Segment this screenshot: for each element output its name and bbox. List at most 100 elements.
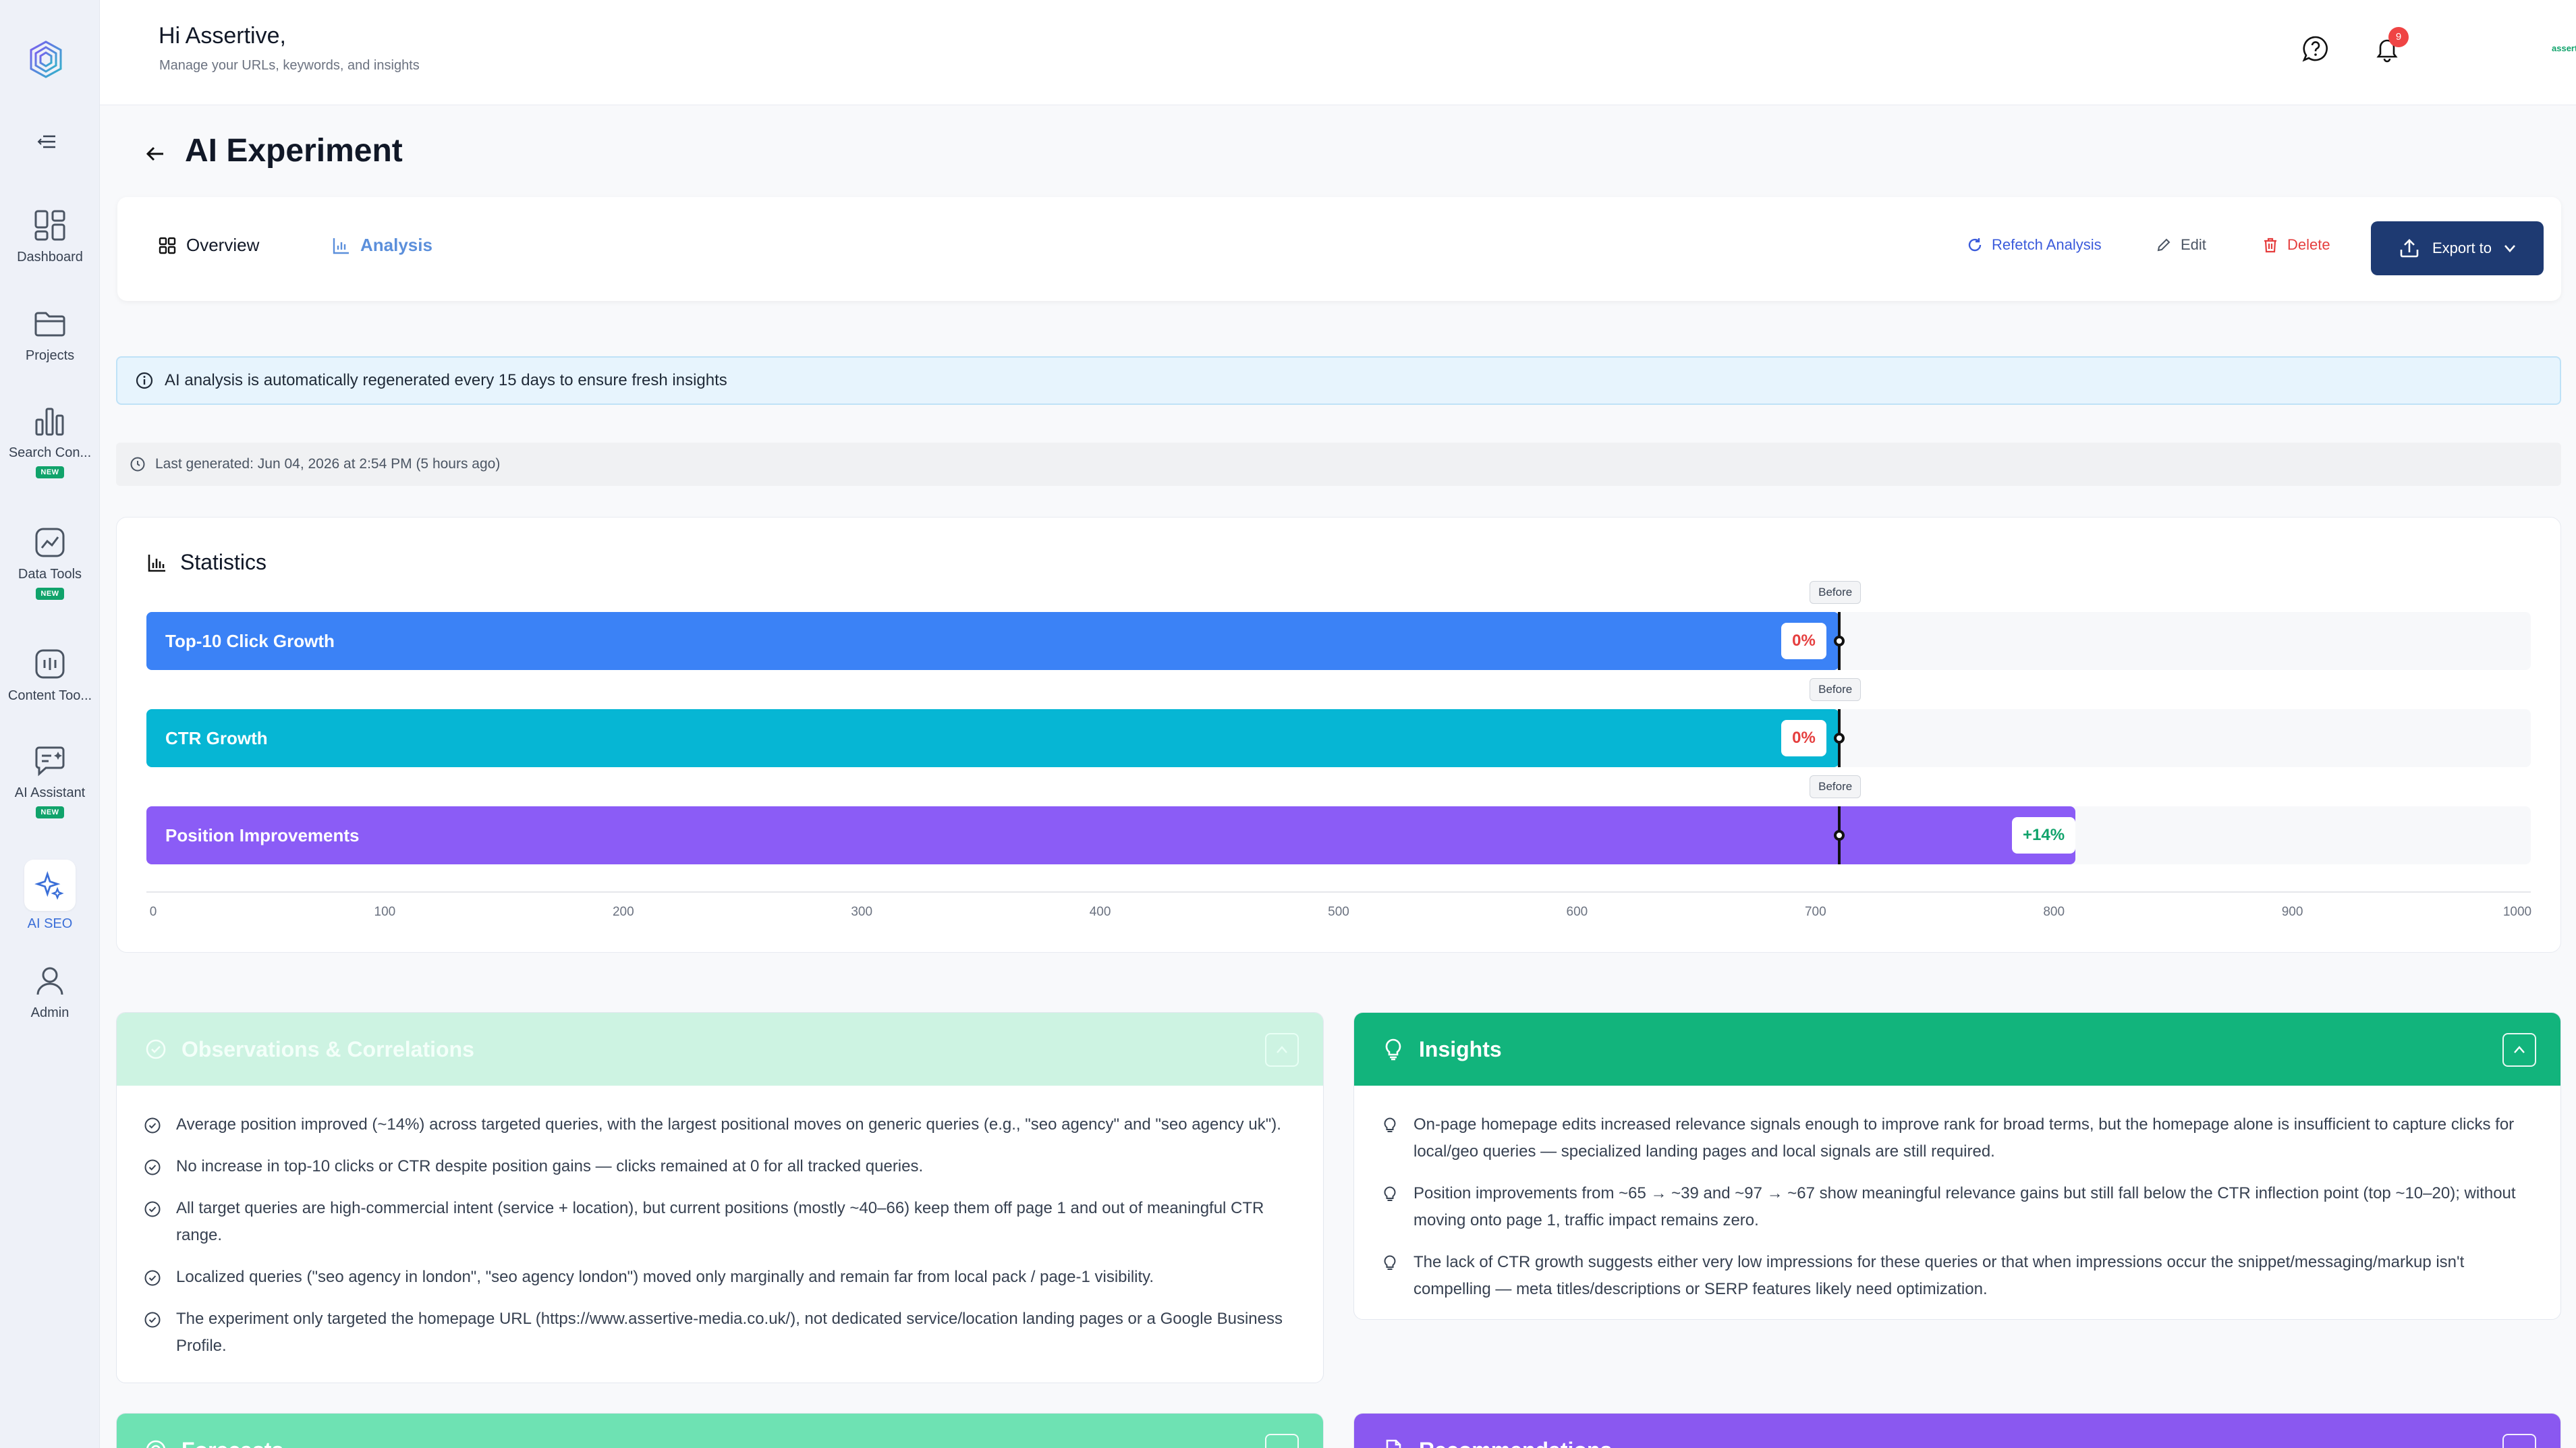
tab-bar: Overview Analysis Refetch Analysis Edit … [117, 197, 2561, 301]
trend-icon [35, 528, 65, 557]
before-marker-label: Before [1810, 678, 1861, 701]
x-tick-label: 300 [851, 905, 873, 919]
export-label: Export to [2432, 240, 2492, 256]
sidebar-item-projects[interactable]: Projects [0, 306, 100, 364]
x-tick-label: 400 [1089, 905, 1111, 919]
x-tick-label: 1000 [2502, 905, 2532, 919]
observations-panel: Observations & Correlations Average posi… [116, 1012, 1324, 1383]
insights-title: Insights [1419, 1036, 1502, 1061]
before-marker-dot[interactable] [1834, 733, 1845, 744]
x-tick-label: 600 [1566, 905, 1588, 919]
sidebar-item-content-tools[interactable]: Content Too... [0, 646, 100, 704]
collapse-button[interactable] [1265, 1033, 1299, 1067]
lightbulb-icon [1385, 1038, 1401, 1061]
delete-button[interactable]: Delete [2262, 236, 2330, 254]
recommendations-title: Recommendations [1419, 1438, 1612, 1448]
list-item: Average position improved (~14%) across … [144, 1111, 1296, 1138]
notification-count-badge: 9 [2388, 27, 2409, 47]
sidebar-item-dashboard[interactable]: Dashboard [0, 208, 100, 265]
lightbulb-icon [1384, 1117, 1396, 1132]
sidebar-item-label: Dashboard [17, 250, 83, 264]
insights-header[interactable]: Insights [1354, 1013, 2560, 1086]
list-item: The experiment only targeted the homepag… [144, 1306, 1296, 1360]
sidebar-item-search-console[interactable]: Search Con... NEW [0, 403, 100, 478]
list-item-text: Average position improved (~14%) across … [176, 1115, 1281, 1134]
check-circle-icon [144, 1159, 161, 1175]
before-marker-dot[interactable] [1834, 636, 1845, 646]
new-badge: NEW [36, 588, 64, 600]
bar-top-10-click-growth[interactable]: Top-10 Click Growth [146, 612, 1840, 670]
edit-button[interactable]: Edit [2155, 236, 2206, 254]
sidebar-item-admin[interactable]: Admin [0, 964, 100, 1021]
refetch-analysis-button[interactable]: Refetch Analysis [1966, 236, 2102, 254]
greeting: Hi Assertive, [159, 23, 286, 49]
bar-label: Top-10 Click Growth [165, 630, 335, 651]
bar-position-improvements[interactable]: Position Improvements [146, 806, 2075, 864]
check-circle-icon [144, 1201, 161, 1217]
bar-ctr-growth[interactable]: CTR Growth [146, 709, 1840, 767]
x-tick-label: 700 [1804, 905, 1826, 919]
observations-title: Observations & Correlations [181, 1036, 474, 1061]
sidebar-item-label: AI Assistant [14, 785, 86, 800]
list-item: All target queries are high-commercial i… [144, 1195, 1296, 1249]
sidebar-item-data-tools[interactable]: Data Tools NEW [0, 525, 100, 600]
tab-overview[interactable]: Overview [158, 235, 259, 256]
info-banner: AI analysis is automatically regenerated… [116, 356, 2561, 405]
check-circle-icon [144, 1270, 161, 1286]
export-button[interactable]: Export to [2371, 221, 2544, 275]
chevron-up-icon [2514, 1046, 2525, 1053]
check-circle-icon [144, 1117, 161, 1134]
before-marker-dot[interactable] [1834, 830, 1845, 841]
bar-label: Position Improvements [165, 825, 360, 845]
sidebar-item-label: Data Tools [18, 567, 82, 582]
chevron-down-icon [2504, 245, 2515, 252]
bar-track: Position Improvements +14% Before [146, 775, 2531, 864]
forecasts-panel: Forecasts [116, 1413, 1324, 1448]
bar-value-badge: 0% [1781, 720, 1826, 756]
check-circle-icon [146, 1039, 166, 1059]
bar-value-badge: +14% [2012, 817, 2076, 854]
x-axis-line [146, 891, 2531, 893]
grid-icon [159, 237, 176, 254]
sidebar-item-label: Search Con... [8, 445, 92, 460]
bar-chart-icon [148, 554, 165, 572]
sidebar: Dashboard Projects Search Con... NEW Dat… [0, 0, 100, 1448]
collapse-button[interactable] [2502, 1033, 2536, 1067]
tab-analysis[interactable]: Analysis [332, 235, 432, 256]
sidebar-item-ai-seo[interactable]: AI SEO [0, 860, 100, 932]
help-icon[interactable] [2301, 34, 2330, 63]
dashboard-icon [34, 210, 65, 241]
recommendations-header[interactable]: Recommendations [1354, 1414, 2560, 1448]
upload-icon [2400, 239, 2419, 258]
chart-icon [333, 238, 349, 254]
lightbulb-icon [1384, 1255, 1396, 1270]
sidebar-item-label: Content Too... [7, 688, 92, 703]
chat-sparkle-icon [35, 746, 65, 777]
clock-icon [130, 457, 145, 472]
observations-list: Average position improved (~14%) across … [117, 1086, 1323, 1383]
bar-label: CTR Growth [165, 727, 268, 748]
trash-icon [2264, 238, 2276, 253]
statistics-title-text: Statistics [180, 550, 267, 574]
list-item: Position improvements from ~65 → ~39 and… [1381, 1180, 2533, 1234]
before-marker-label: Before [1810, 775, 1861, 798]
user-name[interactable]: assertive [2552, 43, 2576, 53]
list-item-text: On-page homepage edits increased relevan… [1413, 1115, 2515, 1161]
greeting-subtitle: Manage your URLs, keywords, and insights [159, 58, 420, 73]
sparkle-icon [34, 871, 64, 900]
refresh-icon [1968, 238, 1982, 252]
back-arrow-icon[interactable] [143, 142, 167, 166]
collapse-button[interactable] [1265, 1434, 1299, 1448]
menu-toggle-icon[interactable] [36, 132, 58, 151]
list-item-text: The experiment only targeted the homepag… [176, 1310, 1283, 1355]
app-logo-icon[interactable] [26, 39, 66, 80]
folder-icon [34, 312, 65, 337]
observations-header[interactable]: Observations & Correlations [117, 1013, 1323, 1086]
x-tick-label: 800 [2043, 905, 2065, 919]
collapse-button[interactable] [2502, 1434, 2536, 1448]
bar-value-badge: 0% [1781, 623, 1826, 659]
forecasts-header[interactable]: Forecasts [117, 1414, 1323, 1448]
page-title: AI Experiment [185, 133, 403, 169]
sidebar-item-ai-assistant[interactable]: AI Assistant NEW [0, 744, 100, 818]
check-circle-icon [144, 1312, 161, 1328]
